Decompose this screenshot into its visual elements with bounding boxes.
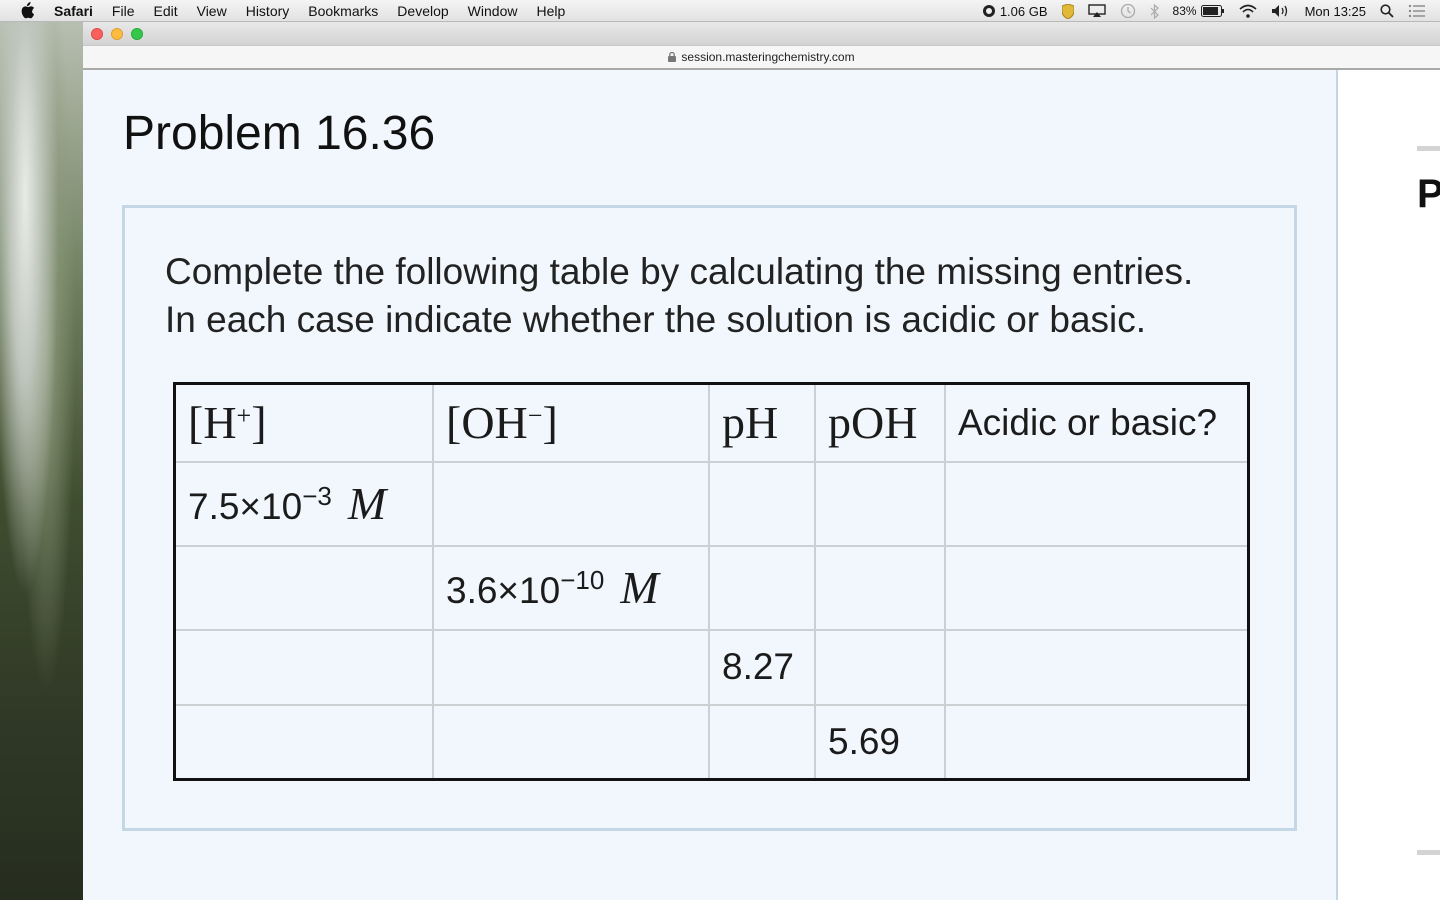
spotlight-search-icon[interactable] bbox=[1380, 4, 1394, 18]
menu-history[interactable]: History bbox=[246, 3, 290, 19]
battery-percent: 83% bbox=[1172, 4, 1197, 18]
status-area: 1.06 GB 83% Mon 13:25 bbox=[982, 0, 1440, 22]
problem-prompt: Complete the following table by calculat… bbox=[165, 248, 1275, 344]
ph-table: [H+] [OH−] pH pOH Acidic or basic? 7.5×1… bbox=[173, 382, 1250, 781]
table-header-row: [H+] [OH−] pH pOH Acidic or basic? bbox=[173, 382, 1250, 463]
battery-icon bbox=[1200, 5, 1224, 17]
airplay-icon[interactable] bbox=[1087, 4, 1106, 18]
menu-view[interactable]: View bbox=[197, 3, 227, 19]
cell-oh-empty bbox=[432, 628, 710, 706]
header-poh: pOH bbox=[814, 382, 946, 463]
wifi-icon[interactable] bbox=[1239, 4, 1257, 18]
side-panel-divider bbox=[1417, 146, 1440, 151]
page-title: Problem 16.36 bbox=[123, 107, 436, 160]
header-h-concentration: [H+] bbox=[173, 382, 434, 463]
cell-poh-value: 5.69 bbox=[814, 703, 946, 781]
cell-h-empty bbox=[173, 544, 434, 631]
menu-file[interactable]: File bbox=[112, 3, 135, 19]
menu-window[interactable]: Window bbox=[468, 3, 518, 19]
prompt-line-2: In each case indicate whether the soluti… bbox=[165, 299, 1147, 340]
problem-box: Complete the following table by calculat… bbox=[122, 205, 1297, 831]
menu-develop[interactable]: Develop bbox=[397, 3, 448, 19]
header-ph: pH bbox=[708, 382, 816, 463]
table-row: 8.27 bbox=[173, 628, 1250, 706]
header-acidic-or-basic: Acidic or basic? bbox=[944, 382, 1250, 463]
apple-menu-icon[interactable] bbox=[17, 1, 37, 21]
menu-help[interactable]: Help bbox=[536, 3, 565, 19]
side-panel-divider bbox=[1417, 850, 1440, 855]
menu-bookmarks[interactable]: Bookmarks bbox=[308, 3, 378, 19]
url-text: session.masteringchemistry.com bbox=[681, 50, 855, 64]
table-row: 7.5×10−3 M bbox=[173, 460, 1250, 547]
header-oh-concentration: [OH−] bbox=[432, 382, 710, 463]
cell-poh-empty bbox=[814, 460, 946, 547]
address-bar[interactable]: session.masteringchemistry.com bbox=[83, 46, 1440, 70]
cell-acidic-empty bbox=[944, 544, 1250, 631]
side-panel-heading: P bbox=[1417, 172, 1440, 216]
cell-poh-empty bbox=[814, 544, 946, 631]
cell-ph-empty bbox=[708, 460, 816, 547]
time-machine-icon[interactable] bbox=[1120, 3, 1136, 19]
lock-icon bbox=[668, 52, 677, 62]
desktop-wallpaper bbox=[0, 22, 84, 900]
cell-oh-empty bbox=[432, 703, 710, 781]
table-row: 5.69 bbox=[173, 703, 1250, 781]
cell-ph-empty bbox=[708, 703, 816, 781]
menu-app-safari[interactable]: Safari bbox=[54, 3, 93, 19]
cell-acidic-empty bbox=[944, 460, 1250, 547]
memory-readout: 1.06 GB bbox=[999, 3, 1048, 19]
cell-poh-empty bbox=[814, 628, 946, 706]
clock[interactable]: Mon 13:25 bbox=[1305, 4, 1366, 19]
cell-acidic-empty bbox=[944, 703, 1250, 781]
browser-window: session.masteringchemistry.com Problem 1… bbox=[83, 22, 1440, 900]
volume-icon[interactable] bbox=[1271, 4, 1291, 18]
cell-h-value: 7.5×10−3 M bbox=[173, 460, 434, 547]
shield-icon[interactable] bbox=[1061, 3, 1074, 19]
table-row: 3.6×10−10 M bbox=[173, 544, 1250, 631]
page-content: Problem 16.36 Complete the following tab… bbox=[83, 70, 1338, 900]
memory-status[interactable]: 1.06 GB bbox=[982, 4, 1048, 19]
menu-edit[interactable]: Edit bbox=[153, 3, 177, 19]
cell-ph-value: 8.27 bbox=[708, 628, 816, 706]
prompt-line-1: Complete the following table by calculat… bbox=[165, 251, 1194, 292]
window-titlebar[interactable] bbox=[83, 22, 1440, 46]
cell-oh-empty bbox=[432, 460, 710, 547]
notification-center-icon[interactable] bbox=[1408, 4, 1426, 18]
cell-oh-value: 3.6×10−10 M bbox=[432, 544, 710, 631]
bluetooth-icon[interactable] bbox=[1150, 3, 1159, 19]
minimize-window-button[interactable] bbox=[111, 28, 123, 40]
menu-bar: Safari File Edit View History Bookmarks … bbox=[0, 0, 1440, 22]
memory-gauge-icon bbox=[982, 5, 995, 17]
cell-h-empty bbox=[173, 628, 434, 706]
cell-acidic-empty bbox=[944, 628, 1250, 706]
cell-ph-empty bbox=[708, 544, 816, 631]
battery-status[interactable]: 83% bbox=[1173, 4, 1225, 18]
fullscreen-window-button[interactable] bbox=[131, 28, 143, 40]
cell-h-empty bbox=[173, 703, 434, 781]
close-window-button[interactable] bbox=[91, 28, 103, 40]
